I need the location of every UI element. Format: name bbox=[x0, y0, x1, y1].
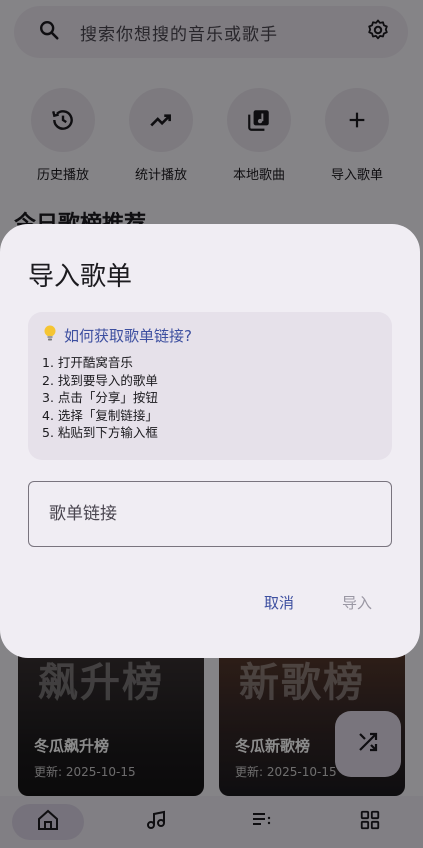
help-step: 3. 点击「分享」按钮 bbox=[42, 390, 158, 405]
help-step: 4. 选择「复制链接」 bbox=[42, 407, 158, 423]
dialog-title: 导入歌单 bbox=[28, 262, 133, 292]
help-box: 如何获取歌单链接? 1. 打开酷窝音乐 2. 找到要导入的歌单 3. 点击「分享… bbox=[28, 312, 392, 460]
help-step: 2. 找到要导入的歌单 bbox=[42, 372, 158, 388]
import-button[interactable]: 导入 bbox=[336, 588, 378, 617]
help-step: 5. 粘贴到下方输入框 bbox=[42, 425, 158, 440]
cancel-button[interactable]: 取消 bbox=[258, 588, 300, 617]
help-title: 如何获取歌单链接? bbox=[64, 326, 192, 345]
import-playlist-dialog: 导入歌单 如何获取歌单链接? 1. 打开酷窝音乐 2. 找到要导入的歌单 3. … bbox=[0, 224, 420, 658]
help-steps: 1. 打开酷窝音乐 2. 找到要导入的歌单 3. 点击「分享」按钮 4. 选择「… bbox=[42, 354, 378, 442]
playlist-link-input[interactable] bbox=[47, 503, 371, 525]
help-header: 如何获取歌单链接? bbox=[42, 324, 378, 346]
lightbulb-icon bbox=[42, 324, 58, 346]
help-step: 1. 打开酷窝音乐 bbox=[42, 355, 133, 370]
playlist-link-field[interactable] bbox=[28, 481, 392, 547]
